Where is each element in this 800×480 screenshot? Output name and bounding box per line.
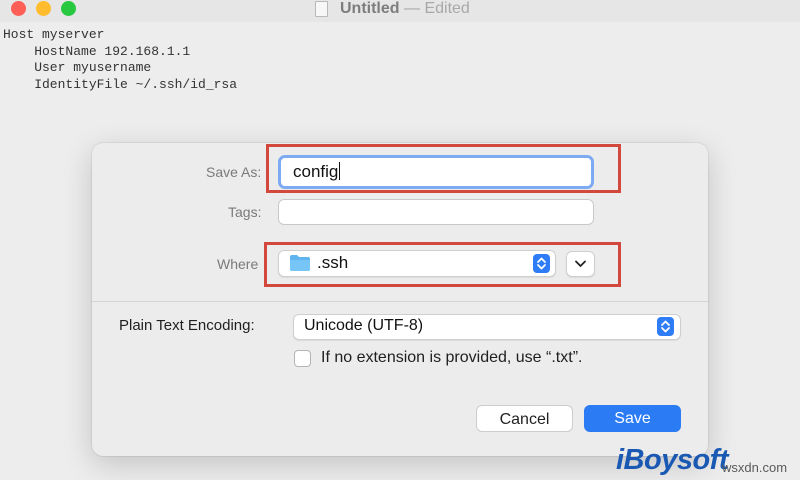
editor-line: Host myserver (3, 27, 105, 42)
editor-line: User myusername (3, 60, 152, 75)
maximize-window-button[interactable] (61, 1, 76, 16)
divider (92, 301, 708, 302)
editor-line: HostName 192.168.1.1 (3, 43, 191, 59)
editor-text[interactable]: Host myserver HostName 192.168.1.1 User … (3, 27, 237, 93)
editor-line: IdentityFile ~/.ssh/id_rsa (3, 76, 238, 92)
extension-checkbox-label: If no extension is provided, use “.txt”. (321, 349, 583, 366)
encoding-value: Unicode (UTF-8) (304, 317, 424, 334)
where-highlight (264, 242, 621, 287)
encoding-popup[interactable]: Unicode (UTF-8) (293, 314, 681, 340)
window-title-name: Untitled (340, 0, 400, 17)
where-label: Where (217, 256, 259, 272)
document-icon (315, 1, 328, 17)
save-as-label: Save As: (206, 164, 262, 180)
tags-field[interactable] (278, 199, 594, 225)
extension-checkbox[interactable] (294, 350, 311, 367)
up-down-chevron-icon (657, 317, 674, 336)
save-button[interactable]: Save (584, 405, 681, 432)
tags-label: Tags: (228, 204, 262, 220)
site-watermark: wsxdn.com (722, 460, 788, 475)
window-title-status: Edited (424, 0, 470, 17)
cancel-button[interactable]: Cancel (476, 405, 573, 432)
window-title-separator: — (404, 0, 420, 17)
close-window-button[interactable] (11, 1, 26, 16)
save-as-highlight (266, 144, 621, 193)
minimize-window-button[interactable] (36, 1, 51, 16)
save-dialog: Save As: config Tags: Where .ssh Plain T… (92, 143, 708, 456)
encoding-label: Plain Text Encoding: (119, 317, 255, 334)
brand-watermark: iBoysoft (616, 444, 729, 476)
window-title: Untitled — Edited (340, 0, 470, 18)
title-bar: Untitled — Edited (0, 0, 800, 22)
